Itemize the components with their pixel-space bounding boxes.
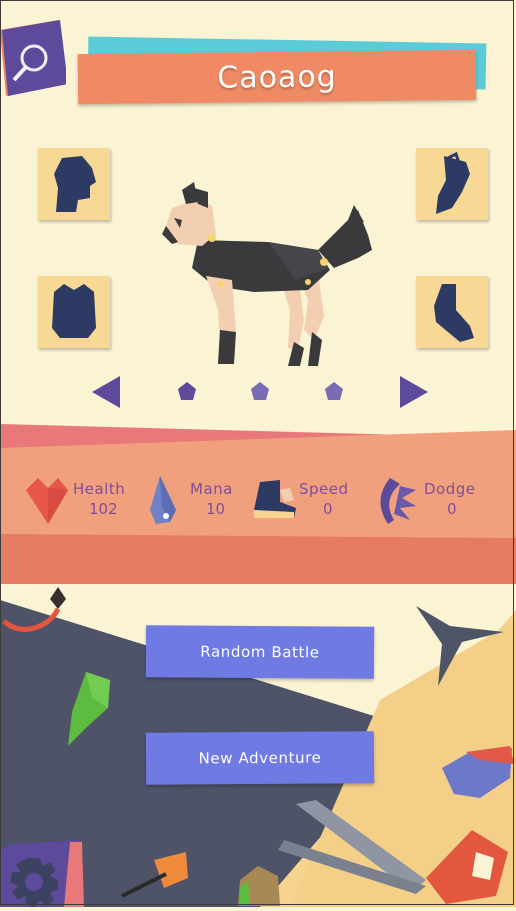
- bird-decoration-icon: [416, 606, 504, 686]
- stat-label-health: Health: [73, 480, 126, 498]
- stat-value-speed: 0: [323, 500, 333, 518]
- dodge-icon: [380, 478, 416, 524]
- stat-label-dodge: Dodge: [424, 480, 476, 498]
- pet-page-dot-1[interactable]: [176, 381, 198, 403]
- body-slot[interactable]: [38, 276, 110, 348]
- triangle-left-icon: [92, 376, 120, 408]
- body-slot-icon: [52, 284, 96, 338]
- pet-page-dot-3[interactable]: [323, 381, 345, 403]
- stat-value-dodge: 0: [447, 500, 457, 518]
- pet-name: Caoaog: [217, 58, 337, 96]
- heart-icon: [26, 478, 68, 524]
- triangle-right-icon: [400, 376, 428, 408]
- drop-icon: [150, 476, 176, 524]
- search-icon: [0, 20, 68, 96]
- pet-illustration: [162, 182, 372, 366]
- scissors-decoration-icon: [278, 800, 508, 904]
- previous-pet-button[interactable]: [90, 374, 124, 410]
- leaf-decoration-icon: [121, 852, 188, 898]
- fish-decoration-icon: [442, 746, 514, 798]
- title-banner: Caoaog: [77, 36, 487, 105]
- shell-decoration-icon: [238, 866, 280, 906]
- stat-label-mana: Mana: [190, 480, 233, 498]
- stat-value-health: 102: [89, 500, 118, 518]
- boot-icon: [254, 480, 296, 518]
- plant-decoration-icon: [68, 672, 110, 746]
- claw-slot[interactable]: [416, 148, 488, 220]
- settings-button[interactable]: [0, 838, 84, 908]
- pet-page-dot-2[interactable]: [249, 381, 271, 403]
- head-slot[interactable]: [38, 148, 110, 220]
- random-battle-button[interactable]: Random Battle: [145, 625, 375, 679]
- stat-label-speed: Speed: [299, 480, 349, 498]
- head-slot-icon: [54, 156, 96, 212]
- next-pet-button[interactable]: [396, 374, 430, 410]
- gear-icon: [0, 840, 84, 908]
- stat-value-mana: 10: [206, 500, 226, 518]
- claw-slot-icon: [436, 151, 470, 214]
- kite-decoration-icon: [2, 587, 66, 632]
- foot-slot-icon: [434, 284, 474, 342]
- search-button[interactable]: [0, 20, 68, 96]
- foot-slot[interactable]: [416, 276, 488, 348]
- new-adventure-button[interactable]: New Adventure: [145, 731, 375, 785]
